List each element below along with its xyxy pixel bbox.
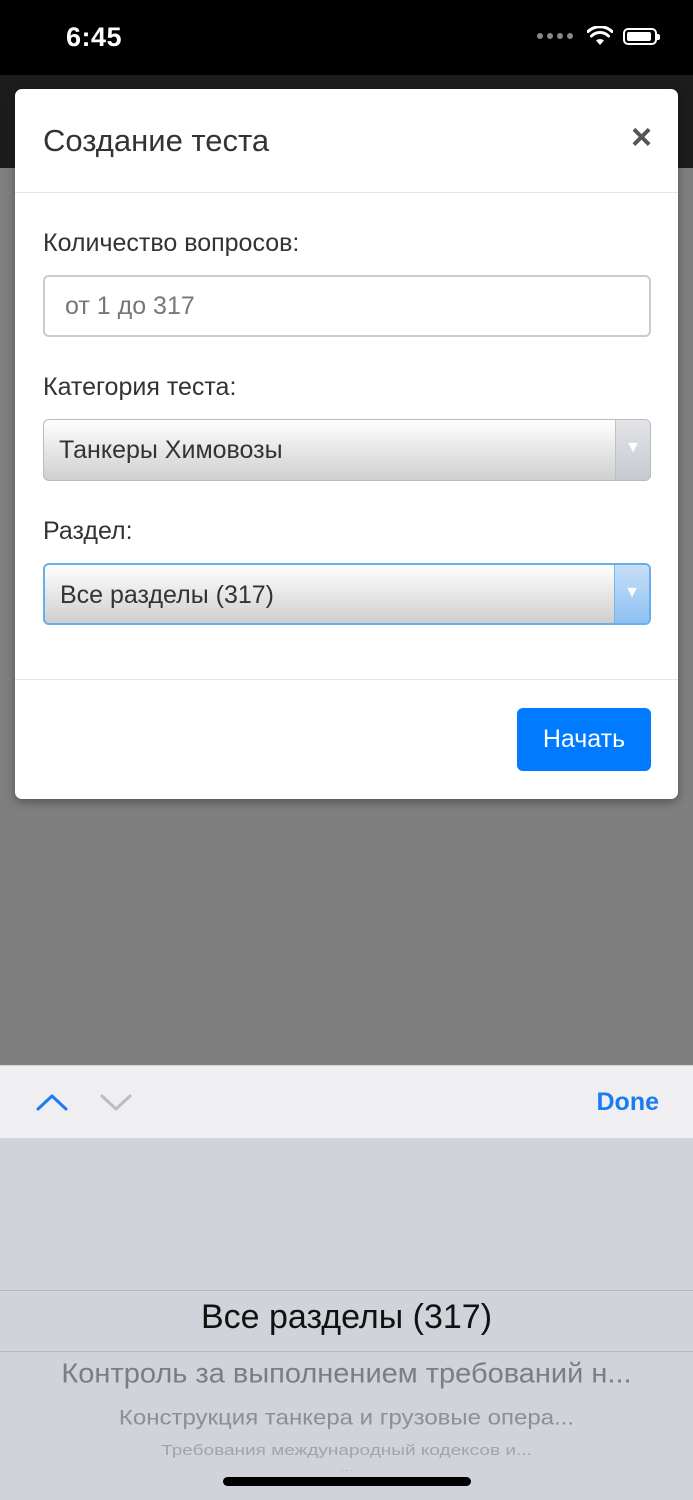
modal-title: Создание теста	[43, 123, 270, 158]
modal-footer: Начать	[15, 679, 678, 800]
chevron-up-icon[interactable]	[35, 1087, 69, 1117]
category-select[interactable]: Танкеры Химовозы ▼	[43, 419, 651, 481]
status-time: 6:45	[66, 22, 123, 52]
done-button[interactable]: Done	[597, 1088, 660, 1117]
home-indicator[interactable]	[223, 1477, 471, 1486]
section-picker-wheel[interactable]: Все разделы (317) Контроль за выполнение…	[0, 1138, 693, 1500]
picker-option-selected[interactable]: Все разделы (317)	[0, 1298, 693, 1337]
picker-option[interactable]: ...	[0, 1464, 693, 1474]
category-label: Категория теста:	[43, 373, 237, 401]
picker-option[interactable]: Конструкция танкера и грузовые опера...	[0, 1405, 693, 1430]
modal-header: Создание теста ×	[15, 89, 678, 193]
signal-icon	[537, 33, 573, 39]
start-button[interactable]: Начать	[517, 708, 651, 771]
battery-icon	[623, 27, 660, 45]
picker-toolbar: Done	[0, 1065, 693, 1139]
picker-option[interactable]: Требования международный кодексов и...	[0, 1442, 693, 1459]
status-icons	[537, 26, 660, 46]
picker-option[interactable]: Контроль за выполнением требований н...	[0, 1359, 693, 1391]
wifi-icon	[587, 26, 613, 45]
close-icon[interactable]: ×	[631, 119, 652, 155]
section-label: Раздел:	[43, 517, 133, 545]
dropdown-arrow-icon: ▼	[614, 565, 649, 623]
section-selected-value: Все разделы (317)	[60, 581, 274, 609]
status-bar: 6:45	[0, 0, 693, 75]
dropdown-arrow-icon: ▼	[615, 420, 650, 480]
question-count-input[interactable]	[43, 275, 651, 337]
section-select[interactable]: Все разделы (317) ▼	[43, 563, 651, 625]
create-test-modal: Создание теста × Количество вопросов: Ка…	[15, 89, 678, 799]
category-selected-value: Танкеры Химовозы	[59, 436, 283, 464]
question-count-label: Количество вопросов:	[43, 229, 300, 257]
chevron-down-icon[interactable]	[99, 1087, 133, 1117]
